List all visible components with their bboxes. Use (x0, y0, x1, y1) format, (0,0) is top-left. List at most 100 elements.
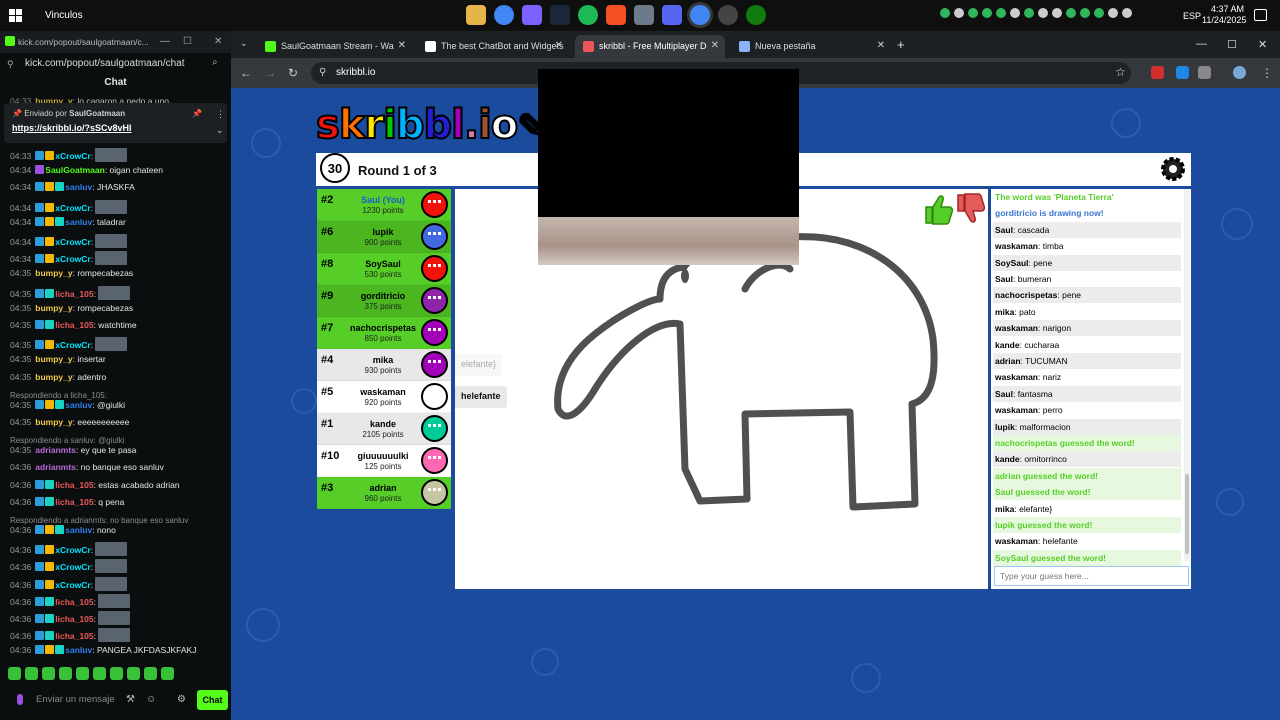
username[interactable]: xCrowCr (55, 237, 90, 247)
username[interactable]: licha_105 (55, 631, 93, 641)
player-row[interactable]: #7 nachocrispetas 850 points (317, 317, 451, 349)
discord-icon[interactable] (662, 5, 682, 25)
username[interactable]: sanluv (65, 217, 92, 227)
copilot-icon[interactable] (522, 5, 542, 25)
menu-icon[interactable]: ⋮ (1261, 66, 1273, 80)
browser-tab[interactable]: SaulGoatmaan Stream - Wa ✕ (257, 35, 412, 58)
store-icon[interactable] (606, 5, 626, 25)
username[interactable]: sanluv (65, 182, 92, 192)
back-icon[interactable]: ← (240, 66, 252, 80)
maximize-icon[interactable]: ☐ (1227, 38, 1237, 51)
tray-icon[interactable] (1080, 8, 1090, 18)
clock[interactable]: 4:37 AM 11/24/2025 (1202, 4, 1246, 26)
more-options-icon[interactable]: ⋮ (216, 109, 225, 120)
player-row[interactable]: #4 mika 930 points (317, 349, 451, 381)
username[interactable]: xCrowCr (55, 151, 90, 161)
xbox-icon[interactable] (746, 5, 766, 25)
minimize-icon[interactable]: — (1196, 38, 1207, 50)
chat-scrollbar[interactable] (1184, 189, 1190, 561)
emote-icon[interactable] (144, 667, 157, 680)
tray-icon[interactable] (1094, 8, 1104, 18)
site-info-icon[interactable]: ⚲ (319, 67, 326, 78)
emoji-icon[interactable]: ☺ (146, 694, 156, 705)
tray-icon[interactable] (982, 8, 992, 18)
username[interactable]: xCrowCr (55, 254, 90, 264)
tab-close-icon[interactable]: ✕ (711, 40, 719, 51)
wifi-icon[interactable] (1122, 8, 1132, 18)
mic-icon[interactable] (17, 694, 23, 705)
command-icon[interactable]: ⚒ (126, 694, 135, 705)
emote-icon[interactable] (59, 667, 72, 680)
username[interactable]: xCrowCr (55, 203, 90, 213)
tray-icon[interactable] (1066, 8, 1076, 18)
emote-icon[interactable] (25, 667, 38, 680)
steam-icon[interactable] (550, 5, 570, 25)
username[interactable]: xCrowCr (55, 545, 90, 555)
obs-icon[interactable] (718, 5, 738, 25)
emote-icon[interactable] (161, 667, 174, 680)
browser-tab[interactable]: The best ChatBot and Widgets ✕ (417, 35, 569, 58)
username[interactable]: bumpy_y (35, 303, 72, 313)
notification-icon[interactable] (1254, 9, 1267, 21)
player-row[interactable]: #1 kande 2105 points (317, 413, 451, 445)
tab-close-icon[interactable]: ✕ (555, 40, 563, 51)
username[interactable]: licha_105 (55, 289, 93, 299)
gear-icon[interactable] (1159, 155, 1187, 183)
username[interactable]: xCrowCr (55, 580, 90, 590)
tray-icon[interactable] (968, 8, 978, 18)
username[interactable]: sanluv (65, 400, 92, 410)
extensions-puzzle-icon[interactable] (1198, 66, 1211, 79)
emote-icon[interactable] (110, 667, 123, 680)
chrome-active-icon[interactable] (690, 5, 710, 25)
tab-close-icon[interactable]: ✕ (877, 40, 885, 51)
pin-icon[interactable]: 📌 (192, 109, 202, 118)
player-row[interactable]: #6 lupik 900 points (317, 221, 451, 253)
guess-input[interactable] (994, 566, 1189, 586)
tray-icon[interactable] (1024, 8, 1034, 18)
username[interactable]: xCrowCr (55, 562, 90, 572)
username[interactable]: licha_105 (55, 614, 93, 624)
player-row[interactable]: #5 waskaman 920 points (317, 381, 451, 413)
pinned-link[interactable]: https://skribbl.io/?sSCv8vHI (12, 123, 132, 133)
player-row[interactable]: #3 adrian 960 points (317, 477, 451, 509)
thumbs-down-icon[interactable] (957, 193, 985, 223)
emote-icon[interactable] (93, 667, 106, 680)
search-icon[interactable]: ⌕ (212, 57, 218, 68)
emote-icon[interactable] (127, 667, 140, 680)
browser-tab[interactable]: Nueva pestaña ✕ (731, 35, 891, 58)
new-tab-button[interactable]: + (897, 37, 905, 52)
player-row[interactable]: #9 gorditricio 375 points (317, 285, 451, 317)
windows-start-icon[interactable] (9, 9, 22, 22)
player-row[interactable]: #8 SoySaul 530 points (317, 253, 451, 285)
username[interactable]: adrianmts (35, 462, 76, 472)
file-explorer-icon[interactable] (466, 5, 486, 25)
maximize-icon[interactable]: ☐ (183, 36, 192, 47)
username[interactable]: bumpy_y (35, 354, 72, 364)
pinned-sender-name[interactable]: SaulGoatmaan (69, 109, 125, 118)
reload-icon[interactable]: ↻ (288, 66, 298, 80)
close-icon[interactable]: ✕ (1258, 38, 1267, 51)
tray-icon[interactable] (1038, 8, 1048, 18)
site-info-icon[interactable]: ⚲ (7, 59, 14, 70)
username[interactable]: sanluv (65, 645, 92, 655)
chevron-down-icon[interactable]: ⌄ (216, 125, 224, 136)
tray-icon[interactable] (940, 8, 950, 18)
emote-icon[interactable] (8, 667, 21, 680)
bookmark-star-icon[interactable]: ☆ (1115, 65, 1126, 79)
chat-send-button[interactable]: Chat (197, 690, 228, 710)
thumbs-up-icon[interactable] (925, 195, 954, 225)
minimize-icon[interactable]: — (160, 36, 170, 47)
emote-icon[interactable] (42, 667, 55, 680)
volume-icon[interactable] (1052, 8, 1062, 18)
username[interactable]: bumpy_y (35, 417, 72, 427)
username[interactable]: adrianmts (35, 445, 76, 455)
username[interactable]: bumpy_y (35, 372, 72, 382)
browser-tab[interactable]: skribbl - Free Multiplayer D ✕ (575, 35, 725, 58)
message-input[interactable]: Enviar un mensaje (36, 694, 115, 705)
language-indicator[interactable]: ESP (1183, 11, 1201, 21)
taskbar-title[interactable]: Vinculos (45, 10, 83, 21)
kick-url[interactable]: kick.com/popout/saulgoatmaan/chat (25, 58, 185, 69)
spotify-icon[interactable] (578, 5, 598, 25)
tray-icon[interactable] (954, 8, 964, 18)
close-icon[interactable]: ✕ (214, 36, 222, 47)
